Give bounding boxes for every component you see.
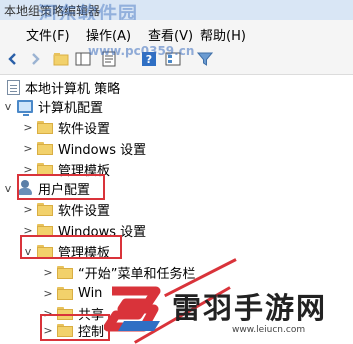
highlight-control-panel — [40, 314, 110, 341]
folder-icon — [37, 202, 53, 216]
tree-user-software[interactable]: > 软件设置 — [22, 199, 110, 219]
forward-arrow-icon[interactable] — [26, 50, 44, 68]
tree-item-label: Win — [78, 285, 103, 301]
tree-item-label: Windows 设置 — [58, 142, 147, 158]
chevron-down-icon[interactable]: v — [2, 96, 14, 116]
highlight-admin-templates — [20, 235, 122, 259]
filter-icon[interactable] — [196, 50, 214, 68]
menu-action[interactable]: 操作(A) — [86, 25, 131, 44]
watermark-url: www.pc0359.cn — [88, 44, 195, 58]
folder-icon — [37, 141, 53, 155]
menu-view[interactable]: 查看(V) — [148, 25, 193, 44]
menu-bar: 文件(F) 操作(A) 查看(V) 帮助(H) — [0, 20, 353, 46]
back-arrow-icon[interactable] — [4, 50, 22, 68]
brand-watermark-text: 雷羽手游网 — [172, 291, 328, 325]
chevron-right-icon[interactable]: > — [42, 283, 54, 303]
menu-file[interactable]: 文件(F) — [26, 25, 70, 44]
tree-item-label: “开始”菜单和任务栏 — [78, 266, 196, 282]
tree-item-label: 软件设置 — [58, 203, 111, 219]
tree-computer-software[interactable]: > 软件设置 — [22, 117, 110, 137]
chevron-right-icon[interactable]: > — [42, 262, 54, 282]
computer-config-label: 计算机配置 — [38, 100, 104, 116]
chevron-down-icon[interactable]: v — [2, 178, 14, 198]
computer-icon — [17, 99, 33, 116]
chevron-right-icon[interactable]: > — [22, 199, 34, 219]
brand-logo-icon — [103, 286, 161, 332]
policy-document-icon — [7, 79, 20, 95]
tree-computer-windows[interactable]: > Windows 设置 — [22, 138, 146, 158]
chevron-right-icon[interactable]: > — [22, 117, 34, 137]
tree-computer-config[interactable]: v 计算机配置 — [2, 96, 103, 116]
tree-root-label: 本地计算机 策略 — [25, 81, 121, 97]
tree-start-taskbar[interactable]: > “开始”菜单和任务栏 — [42, 262, 195, 282]
up-folder-icon[interactable] — [52, 50, 70, 68]
highlight-user-config — [17, 174, 105, 200]
tree-windows-components[interactable]: > Win — [42, 283, 102, 303]
folder-icon — [57, 265, 73, 279]
folder-icon — [57, 286, 73, 300]
tree-root[interactable]: 本地计算机 策略 — [4, 77, 120, 97]
tree-item-label: 软件设置 — [58, 121, 111, 137]
chevron-right-icon[interactable]: > — [22, 138, 34, 158]
brand-watermark-url: www.leiucn.com — [232, 325, 306, 335]
folder-icon — [37, 120, 53, 134]
menu-help[interactable]: 帮助(H) — [200, 25, 246, 44]
